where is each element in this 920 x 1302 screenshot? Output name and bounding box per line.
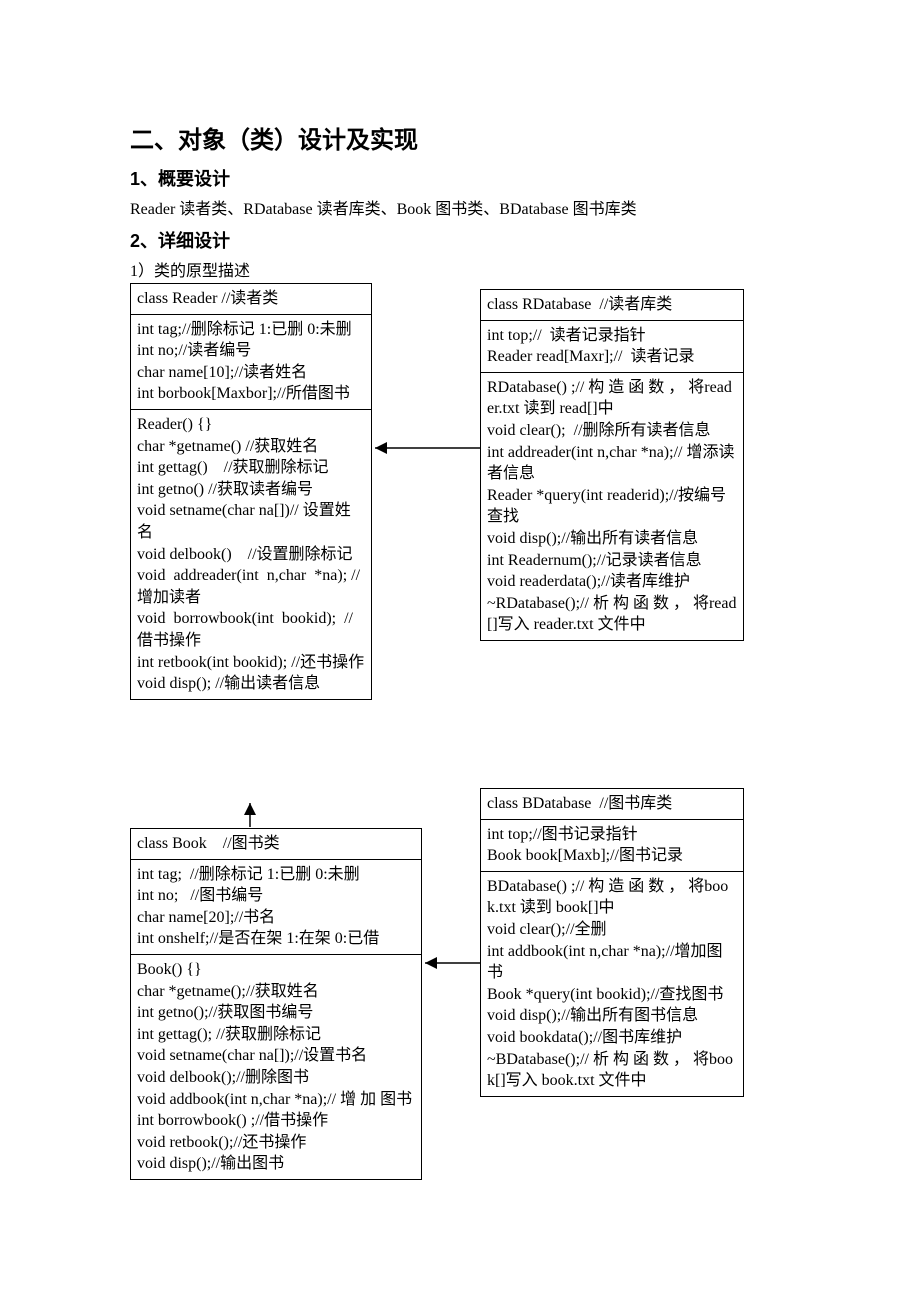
rdatabase-op: int Readernum();//记录读者信息 bbox=[487, 550, 737, 572]
reader-op: void borrowbook(int bookid); //借书操作 bbox=[137, 608, 365, 651]
rdatabase-op: int addreader(int n,char *na);// 增添读者信息 bbox=[487, 442, 737, 485]
reader-op: void delbook() //设置删除标记 bbox=[137, 544, 365, 566]
reader-op: void setname(char na[])// 设置姓名 bbox=[137, 500, 365, 543]
class-book-box: class Book //图书类 int tag; //删除标记 1:已删 0:… bbox=[130, 828, 422, 1180]
reader-attr: int no;//读者编号 bbox=[137, 340, 365, 362]
book-attr: int tag; //删除标记 1:已删 0:未删 bbox=[137, 864, 415, 886]
bdatabase-op: void clear();//全删 bbox=[487, 919, 737, 941]
rdatabase-op: ~RDatabase();// 析 构 函 数 ， 将read[]写入 read… bbox=[487, 593, 737, 636]
bdatabase-op: int addbook(int n,char *na);//增加图书 bbox=[487, 941, 737, 984]
rdatabase-op: void readerdata();//读者库维护 bbox=[487, 571, 737, 593]
class-diagram: class Reader //读者类 int tag;//删除标记 1:已删 0… bbox=[130, 283, 790, 1223]
book-op: int borrowbook() ;//借书操作 bbox=[137, 1110, 415, 1132]
rdatabase-op: RDatabase() ;// 构 造 函 数 ， 将reader.txt 读到… bbox=[487, 377, 737, 420]
book-attr: char name[20];//书名 bbox=[137, 907, 415, 929]
bdatabase-attr: int top;//图书记录指针 bbox=[487, 824, 737, 846]
book-op: void delbook();//删除图书 bbox=[137, 1067, 415, 1089]
section-1-heading: 1、概要设计 bbox=[130, 165, 790, 191]
class-reader-box: class Reader //读者类 int tag;//删除标记 1:已删 0… bbox=[130, 283, 372, 700]
rdatabase-attr: Reader read[Maxr];// 读者记录 bbox=[487, 346, 737, 368]
book-op: Book() {} bbox=[137, 959, 415, 981]
reader-op: int gettag() //获取删除标记 bbox=[137, 457, 365, 479]
class-rdatabase-box: class RDatabase //读者库类 int top;// 读者记录指针… bbox=[480, 289, 744, 641]
reader-op: int retbook(int bookid); //还书操作 bbox=[137, 652, 365, 674]
section-2-caption: 1）类的原型描述 bbox=[130, 257, 790, 281]
section-1-text: Reader 读者类、RDatabase 读者库类、Book 图书类、BData… bbox=[130, 195, 790, 219]
bdatabase-op: BDatabase() ;// 构 造 函 数 ， 将book.txt 读到 b… bbox=[487, 876, 737, 919]
reader-op: char *getname() //获取姓名 bbox=[137, 436, 365, 458]
main-heading: 二、对象（类）设计及实现 bbox=[130, 120, 790, 155]
class-bdatabase-title: class BDatabase //图书库类 bbox=[487, 793, 737, 815]
reader-op: Reader() {} bbox=[137, 414, 365, 436]
rdatabase-attr: int top;// 读者记录指针 bbox=[487, 325, 737, 347]
bdatabase-op: void bookdata();//图书库维护 bbox=[487, 1027, 737, 1049]
rdatabase-op: void disp();//输出所有读者信息 bbox=[487, 528, 737, 550]
reader-op: void addreader(int n,char *na); //增加读者 bbox=[137, 565, 365, 608]
book-attr: int no; //图书编号 bbox=[137, 885, 415, 907]
book-op: void retbook();//还书操作 bbox=[137, 1132, 415, 1154]
bdatabase-op: Book *query(int bookid);//查找图书 bbox=[487, 984, 737, 1006]
book-op: void setname(char na[]);//设置书名 bbox=[137, 1045, 415, 1067]
book-op: int gettag(); //获取删除标记 bbox=[137, 1024, 415, 1046]
rdatabase-op: Reader *query(int readerid);//按编号查找 bbox=[487, 485, 737, 528]
book-op: char *getname();//获取姓名 bbox=[137, 981, 415, 1003]
section-2-heading: 2、详细设计 bbox=[130, 227, 790, 253]
reader-op: void disp(); //输出读者信息 bbox=[137, 673, 365, 695]
class-book-title: class Book //图书类 bbox=[137, 833, 415, 855]
page-container: 二、对象（类）设计及实现 1、概要设计 Reader 读者类、RDatabase… bbox=[0, 0, 920, 1283]
reader-attr: int borbook[Maxbor];//所借图书 bbox=[137, 383, 365, 405]
reader-attr: int tag;//删除标记 1:已删 0:未删 bbox=[137, 319, 365, 341]
book-op: void addbook(int n,char *na);// 增 加 图书 bbox=[137, 1089, 415, 1111]
bdatabase-attr: Book book[Maxb];//图书记录 bbox=[487, 845, 737, 867]
rdatabase-op: void clear(); //删除所有读者信息 bbox=[487, 420, 737, 442]
book-op: void disp();//输出图书 bbox=[137, 1153, 415, 1175]
book-attr: int onshelf;//是否在架 1:在架 0:已借 bbox=[137, 928, 415, 950]
class-reader-title: class Reader //读者类 bbox=[137, 288, 365, 310]
class-bdatabase-box: class BDatabase //图书库类 int top;//图书记录指针 … bbox=[480, 788, 744, 1097]
reader-op: int getno() //获取读者编号 bbox=[137, 479, 365, 501]
reader-attr: char name[10];//读者姓名 bbox=[137, 362, 365, 384]
bdatabase-op: ~BDatabase();// 析 构 函 数 ， 将book[]写入 book… bbox=[487, 1049, 737, 1092]
bdatabase-op: void disp();//输出所有图书信息 bbox=[487, 1005, 737, 1027]
class-rdatabase-title: class RDatabase //读者库类 bbox=[487, 294, 737, 316]
book-op: int getno();//获取图书编号 bbox=[137, 1002, 415, 1024]
